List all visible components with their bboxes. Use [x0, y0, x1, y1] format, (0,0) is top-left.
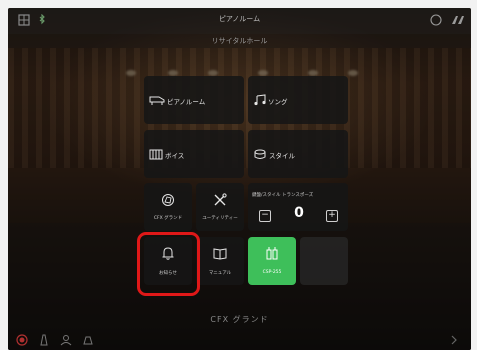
song-label: ソング	[268, 98, 288, 106]
voice-label: ボイス	[165, 152, 185, 160]
highlight-box	[137, 232, 200, 296]
voice-button[interactable]: ボイス	[144, 130, 244, 178]
model-button[interactable]: CSP-255	[248, 237, 296, 285]
stage-name: リサイタルホール	[211, 37, 268, 45]
transpose-plus-button[interactable]: +	[326, 210, 338, 222]
song-button[interactable]: ソング	[248, 76, 348, 124]
style-icon	[254, 149, 266, 159]
pedal-icon[interactable]	[82, 334, 94, 346]
piano-room-label: ピアノルーム	[167, 98, 206, 106]
transpose-label: 鍵盤/スタイル トランスポーズ	[252, 193, 314, 198]
sub-bar: リサイタルホール	[8, 34, 471, 48]
help-icon[interactable]	[430, 14, 442, 26]
utility-button[interactable]: ユーティリティー	[196, 183, 244, 231]
transpose-panel: 鍵盤/スタイル トランスポーズ − 0 +	[248, 183, 348, 231]
transpose-minus-button[interactable]: −	[259, 210, 271, 222]
user-icon[interactable]	[60, 334, 72, 346]
voice-grand-button[interactable]: CFX グランド	[144, 183, 192, 231]
utility-label: ユーティリティー	[202, 216, 238, 221]
record-icon[interactable]	[16, 334, 28, 346]
manual-label: マニュアル	[208, 271, 232, 276]
voice-icon	[149, 149, 163, 160]
manual-button[interactable]: マニュアル	[196, 237, 244, 285]
style-button[interactable]: スタイル	[248, 130, 348, 178]
voice-grand-label: CFX グランド	[153, 216, 183, 221]
book-icon	[213, 248, 227, 260]
top-bar: ピアノルーム	[8, 8, 471, 34]
piano-icon	[149, 96, 165, 105]
chevron-right-icon[interactable]	[448, 334, 460, 346]
metronome-icon[interactable]	[38, 334, 50, 346]
piano-room-button[interactable]: ピアノルーム	[144, 76, 244, 124]
transpose-value: 0	[294, 205, 304, 221]
page-title: ピアノルーム	[218, 15, 261, 23]
grand-piano-icon	[162, 194, 174, 206]
empty-tile	[300, 237, 348, 285]
brand-logo-icon	[452, 16, 464, 24]
dim-overlay	[8, 8, 471, 350]
device-icon	[266, 247, 278, 260]
app-screen: ピアノルーム リサイタルホール ピアノルーム ソング ボイス スタイル CFX …	[8, 8, 471, 350]
model-label: CSP-255	[262, 270, 282, 275]
current-voice-name: CFX グランド	[210, 315, 269, 324]
bottom-bar: CFX グランド	[8, 308, 471, 350]
style-label: スタイル	[269, 152, 295, 160]
tools-icon	[214, 193, 227, 206]
music-note-icon	[254, 94, 266, 106]
